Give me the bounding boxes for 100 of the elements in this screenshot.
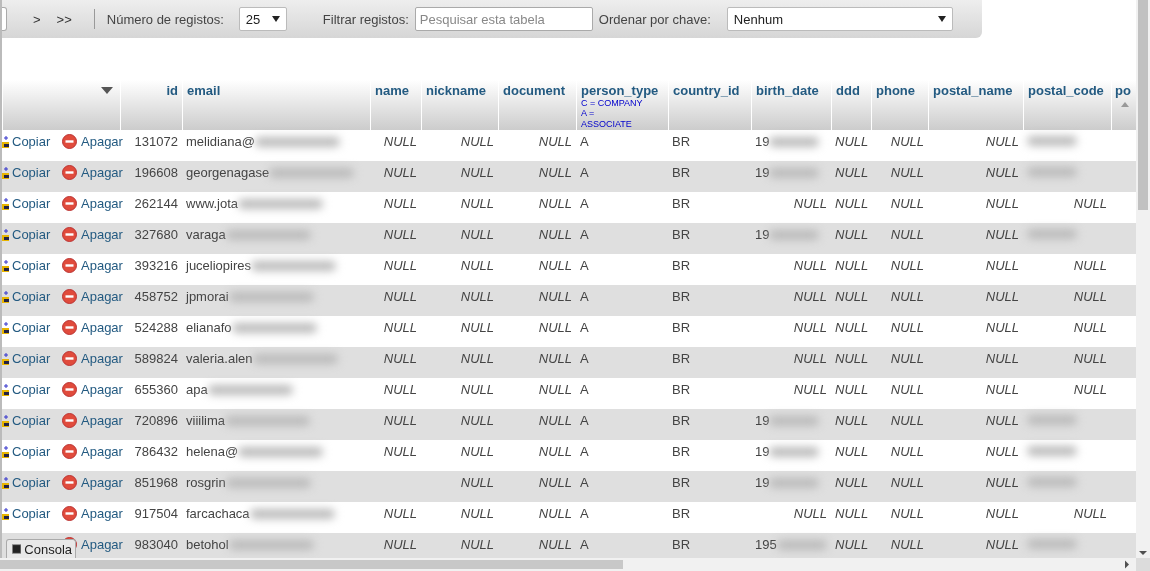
table-cell: varaga <box>186 227 226 242</box>
delete-link[interactable]: Apagar <box>81 382 123 397</box>
copy-link[interactable]: Copiar <box>12 134 51 149</box>
null-value: NULL <box>890 506 924 521</box>
delete-link[interactable]: Apagar <box>81 320 123 335</box>
table-cell: betohol <box>186 537 229 552</box>
column-header[interactable]: country_id <box>673 83 740 98</box>
null-value: NULL <box>538 537 572 552</box>
blurred-text <box>769 229 820 240</box>
null-value: NULL <box>835 506 869 521</box>
null-value: NULL <box>835 134 869 149</box>
column-header[interactable]: document <box>503 83 566 98</box>
null-value: NULL <box>1073 351 1107 366</box>
delete-link[interactable]: Apagar <box>81 413 123 428</box>
delete-icon <box>62 196 77 211</box>
null-value: NULL <box>1073 289 1107 304</box>
blurred-text <box>769 446 820 457</box>
column-header[interactable]: person_type <box>581 83 659 98</box>
copy-link[interactable]: Copiar <box>12 413 51 428</box>
null-value: NULL <box>1073 258 1107 273</box>
null-value: NULL <box>1073 506 1107 521</box>
delete-link[interactable]: Apagar <box>81 227 123 242</box>
null-value: NULL <box>985 382 1019 397</box>
column-header[interactable]: birth_date <box>756 83 819 98</box>
copy-link[interactable]: Copiar <box>12 506 51 521</box>
column-header[interactable]: po <box>1115 83 1131 98</box>
table-cell: 19 <box>755 444 770 459</box>
column-header[interactable]: postal_name <box>933 83 1013 98</box>
null-value: NULL <box>793 351 827 366</box>
table-cell: BR <box>672 475 691 490</box>
null-value: NULL <box>460 289 494 304</box>
scrollbar-thumb[interactable] <box>0 560 623 569</box>
scroll-right-icon[interactable] <box>1122 558 1132 571</box>
table-cell: BR <box>672 444 691 459</box>
null-value: NULL <box>835 227 869 242</box>
table-cell: 655360 <box>134 382 178 397</box>
column-header[interactable]: nickname <box>426 83 486 98</box>
delete-icon <box>62 258 77 273</box>
column-header[interactable]: email <box>187 83 221 98</box>
null-value: NULL <box>538 475 572 490</box>
column-header[interactable]: id <box>166 83 178 98</box>
delete-link[interactable]: Apagar <box>81 475 123 490</box>
delete-link[interactable]: Apagar <box>81 134 123 149</box>
table-cell: BR <box>672 537 691 552</box>
blurred-text <box>776 539 827 550</box>
copy-link[interactable]: Copiar <box>12 475 51 490</box>
page-field[interactable] <box>2 7 7 31</box>
null-value: NULL <box>985 413 1019 428</box>
null-value: NULL <box>793 258 827 273</box>
copy-link[interactable]: Copiar <box>12 320 51 335</box>
copy-link[interactable]: Copiar <box>12 444 51 459</box>
null-value: NULL <box>890 475 924 490</box>
null-value: NULL <box>538 444 572 459</box>
table-cell: 19 <box>755 475 770 490</box>
null-value: NULL <box>890 227 924 242</box>
column-header[interactable]: phone <box>876 83 915 98</box>
copy-link[interactable]: Copiar <box>12 196 51 211</box>
column-header[interactable]: postal_code <box>1028 83 1104 98</box>
null-value: NULL <box>1073 382 1107 397</box>
null-value: NULL <box>383 413 417 428</box>
delete-link[interactable]: Apagar <box>81 289 123 304</box>
delete-link[interactable]: Apagar <box>81 537 123 552</box>
delete-link[interactable]: Apagar <box>81 444 123 459</box>
sort-icon[interactable] <box>101 87 113 94</box>
null-value: NULL <box>460 351 494 366</box>
blurred-text <box>769 167 820 178</box>
copy-link[interactable]: Copiar <box>12 258 51 273</box>
delete-icon <box>62 320 77 335</box>
null-value: NULL <box>890 382 924 397</box>
filter-field[interactable]: Pesquisar esta tabela <box>414 7 593 31</box>
delete-link[interactable]: Apagar <box>81 351 123 366</box>
table-cell: BR <box>672 227 691 242</box>
column-header[interactable]: name <box>375 83 409 98</box>
null-value: NULL <box>1073 320 1107 335</box>
rows-select[interactable]: 25 <box>238 7 287 31</box>
column-header[interactable]: ddd <box>836 83 860 98</box>
null-value: NULL <box>383 382 417 397</box>
nav-button[interactable]: >> <box>50 11 78 27</box>
copy-link[interactable]: Copiar <box>12 227 51 242</box>
table-cell: BR <box>672 258 691 273</box>
delete-link[interactable]: Apagar <box>81 165 123 180</box>
copy-link[interactable]: Copiar <box>12 351 51 366</box>
table-cell: A <box>580 351 589 366</box>
delete-link[interactable]: Apagar <box>81 258 123 273</box>
copy-link[interactable]: Copiar <box>12 165 51 180</box>
null-value: NULL <box>985 537 1019 552</box>
scrollbar-thumb[interactable] <box>1138 0 1148 210</box>
delete-link[interactable]: Apagar <box>81 506 123 521</box>
null-value: NULL <box>890 351 924 366</box>
sort-select[interactable]: Nenhum <box>726 7 953 31</box>
table-cell: 720896 <box>134 413 178 428</box>
copy-link[interactable]: Copiar <box>12 289 51 304</box>
rows-label: Número de registos: <box>106 11 224 27</box>
null-value: NULL <box>985 289 1019 304</box>
delete-link[interactable]: Apagar <box>81 196 123 211</box>
nav-button[interactable]: > <box>27 11 47 27</box>
delete-icon <box>62 289 77 304</box>
copy-icon <box>2 321 9 334</box>
copy-icon <box>2 383 9 396</box>
copy-link[interactable]: Copiar <box>12 382 51 397</box>
